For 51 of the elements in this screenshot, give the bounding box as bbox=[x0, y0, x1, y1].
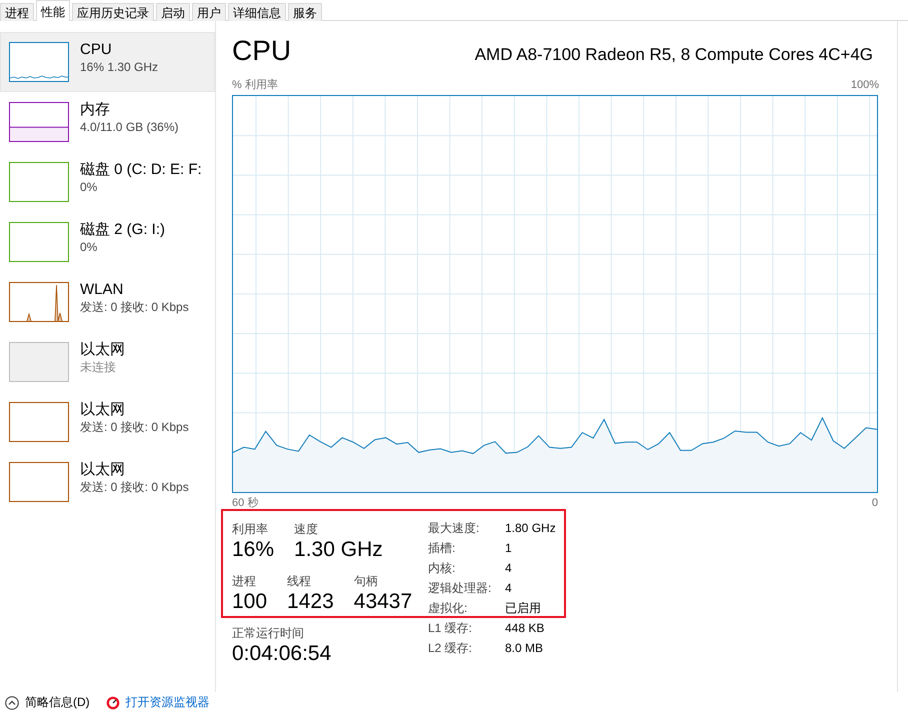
detail-label: 逻辑处理器: bbox=[428, 580, 492, 597]
axis-label: 0 bbox=[872, 496, 878, 511]
detail-value: 448 KB bbox=[505, 620, 546, 637]
tab[interactable]: 服务 bbox=[288, 3, 322, 21]
stat-label: 正常运行时间 bbox=[232, 625, 305, 641]
detail-label: 内核: bbox=[428, 560, 456, 577]
stat-value: 0:04:06:54 bbox=[232, 641, 332, 667]
up-chevron-icon bbox=[5, 696, 19, 710]
tab[interactable]: 进程 bbox=[0, 3, 34, 21]
gauge-icon bbox=[106, 696, 120, 710]
detail-value: 8.0 MB bbox=[505, 640, 544, 657]
sidebar-item[interactable]: WLAN 发送: 0 接收: 0 Kbps bbox=[0, 272, 215, 332]
stat-value: 100 bbox=[232, 589, 268, 615]
stat-value: 43437 bbox=[354, 589, 412, 615]
axis-label: 60 秒 bbox=[232, 496, 258, 511]
sidebar-item[interactable]: 内存 4.0/11.0 GB (36%) bbox=[0, 92, 215, 152]
detail-label: 插槽: bbox=[428, 540, 456, 557]
detail-value: 已启用 bbox=[505, 600, 542, 617]
detail-value: 1 bbox=[505, 540, 513, 557]
stat-label: 速度 bbox=[294, 521, 320, 537]
sidebar-item[interactable]: 磁盘 2 (G: I:) 0% bbox=[0, 212, 215, 272]
detail-label: 虚拟化: bbox=[428, 600, 468, 617]
sidebar-item[interactable]: CPU 16% 1.30 GHz bbox=[0, 32, 215, 92]
resource-monitor-link[interactable]: 打开资源监视器 bbox=[106, 694, 210, 711]
detail-value: 1.80 GHz bbox=[505, 520, 556, 537]
sidebar-item[interactable]: 磁盘 0 (C: D: E: F: 0% bbox=[0, 152, 215, 212]
tab[interactable]: 用户 bbox=[192, 3, 226, 21]
axis-max-label: 100% bbox=[850, 78, 879, 93]
stat-label: 线程 bbox=[287, 573, 312, 589]
stat-value: 1.30 GHz bbox=[294, 537, 383, 563]
stat-value: 16% bbox=[232, 537, 274, 563]
sidebar-item[interactable]: 以太网 发送: 0 接收: 0 Kbps bbox=[0, 392, 215, 452]
stat-label: 进程 bbox=[232, 573, 257, 589]
stat-value: 1423 bbox=[287, 589, 334, 615]
detail-label: L1 缓存: bbox=[428, 620, 474, 637]
detail-value: 4 bbox=[505, 580, 513, 597]
panel-title: CPU bbox=[232, 34, 292, 68]
tab[interactable]: 性能 bbox=[36, 0, 70, 21]
stat-label: 句柄 bbox=[354, 573, 379, 589]
tab[interactable]: 详细信息 bbox=[228, 3, 286, 21]
sidebar-item[interactable]: 以太网 发送: 0 接收: 0 Kbps bbox=[0, 452, 215, 512]
detail-value: 4 bbox=[505, 560, 513, 577]
usage-graph-drawing bbox=[9, 342, 69, 382]
summary-toggle-button[interactable]: 简略信息(D) bbox=[5, 694, 90, 711]
tab[interactable]: 启动 bbox=[156, 3, 190, 21]
detail-label: 最大速度: bbox=[428, 520, 480, 537]
processor-model: AMD A8-7100 Radeon R5, 8 Compute Cores 4C+4G bbox=[474, 45, 873, 65]
stat-label: 利用率 bbox=[232, 521, 269, 537]
tab[interactable]: 应用历史记录 bbox=[72, 3, 154, 21]
detail-label: L2 缓存: bbox=[428, 640, 474, 657]
axis-label: % 利用率 bbox=[232, 78, 278, 93]
